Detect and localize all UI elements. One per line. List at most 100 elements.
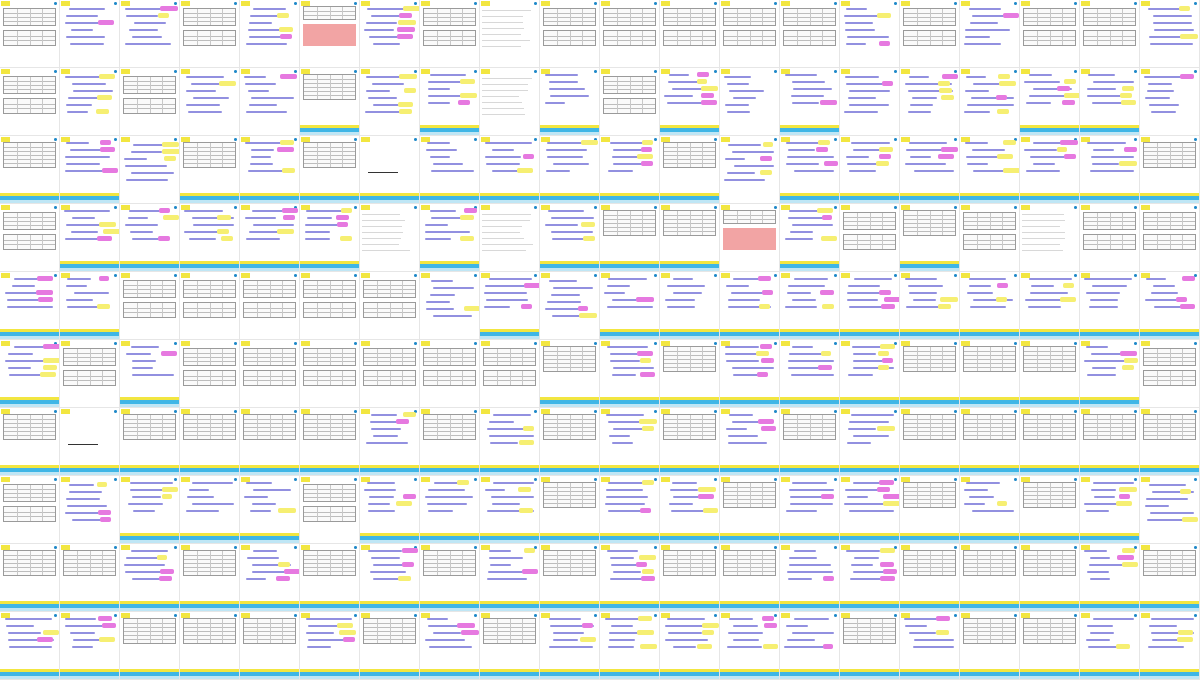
handwritten-line — [251, 156, 271, 158]
page-thumbnail — [1080, 476, 1140, 544]
handwritten-line — [1148, 83, 1172, 85]
table-column-rule — [556, 31, 558, 45]
handwritten-line — [366, 90, 390, 92]
handwritten-line — [1087, 374, 1116, 376]
table-column-rule — [16, 9, 18, 25]
page-tag — [601, 69, 610, 74]
table-column-rule — [329, 303, 331, 317]
handwritten-line — [792, 482, 827, 484]
page-marker — [1194, 70, 1197, 73]
handwritten-line — [613, 367, 654, 369]
footer-band-light-blue — [840, 608, 899, 611]
footer-band — [60, 601, 119, 611]
page-thumbnail — [480, 68, 540, 136]
highlight-mark — [1064, 79, 1076, 84]
highlight-mark — [43, 344, 59, 349]
page-thumbnail — [420, 68, 480, 136]
text-line — [482, 108, 524, 109]
handwritten-line — [6, 625, 34, 627]
page-marker — [114, 614, 117, 617]
handwritten-line — [485, 285, 527, 287]
footer-band-light-blue — [420, 268, 479, 271]
footer-band — [660, 193, 719, 203]
footer-band — [780, 261, 839, 271]
footer-band — [240, 465, 299, 475]
page-thumbnail — [600, 340, 660, 408]
page-marker — [1134, 342, 1137, 345]
thumbnail-table — [1143, 212, 1196, 230]
table-column-rule — [556, 347, 558, 371]
footer-band-light-blue — [1020, 404, 1079, 407]
table-column-rule — [1096, 31, 1098, 45]
page-thumbnail — [780, 340, 840, 408]
handwritten-line — [66, 163, 100, 165]
table-column-rule — [582, 551, 584, 575]
footer-band — [300, 465, 359, 475]
highlight-mark — [702, 623, 719, 628]
handwritten-line — [244, 76, 266, 78]
page-tag — [121, 1, 130, 6]
handwritten-line — [244, 496, 268, 498]
table-column-rule — [42, 551, 44, 575]
handwritten-line — [606, 489, 643, 491]
page-thumbnail — [0, 68, 60, 136]
highlight-mark — [762, 290, 773, 295]
highlight-mark — [396, 419, 409, 424]
handwritten-line — [972, 510, 1014, 512]
handwritten-line — [1031, 285, 1054, 287]
table-column-rule — [676, 143, 678, 167]
table-column-rule — [916, 415, 918, 439]
footer-band-light-blue — [360, 540, 419, 543]
footer-band-light-blue — [1020, 336, 1079, 339]
handwritten-line — [246, 578, 266, 580]
highlight-mark — [882, 81, 893, 86]
handwritten-line — [1091, 489, 1116, 491]
highlight-mark — [1003, 168, 1019, 173]
table-column-rule — [222, 349, 224, 365]
table-column-rule — [222, 303, 224, 317]
page-marker — [1134, 614, 1137, 617]
handwritten-line — [849, 104, 889, 106]
footer-band — [960, 601, 1019, 611]
thumbnail-table — [963, 550, 1016, 576]
handwritten-line — [846, 156, 869, 158]
thumbnail-table — [843, 234, 896, 250]
footer-band-light-blue — [900, 676, 959, 679]
highlight-mark — [103, 229, 119, 234]
page-marker — [954, 546, 957, 549]
table-column-rule — [1002, 415, 1004, 439]
handwritten-line — [672, 482, 697, 484]
page-marker — [114, 2, 117, 5]
handwritten-line — [430, 156, 450, 158]
highlight-mark — [1064, 93, 1079, 98]
footer-band — [120, 465, 179, 475]
highlight-mark — [159, 208, 170, 213]
table-column-rule — [569, 551, 571, 575]
thumbnail-table — [1023, 8, 1076, 26]
page-thumbnail — [540, 0, 600, 68]
highlight-mark — [460, 93, 477, 98]
page-marker — [894, 206, 897, 209]
footer-band — [780, 669, 839, 679]
handwritten-line — [724, 76, 751, 78]
handwritten-line — [1146, 498, 1188, 500]
page-marker — [114, 138, 117, 141]
highlight-mark — [460, 79, 475, 84]
page-marker — [234, 274, 237, 277]
text-line — [362, 232, 403, 233]
highlight-mark — [280, 140, 294, 145]
footer-band-light-blue — [960, 540, 1019, 543]
page-thumbnail — [0, 272, 60, 340]
handwritten-line — [553, 163, 589, 165]
page-marker — [414, 70, 417, 73]
highlight-mark — [99, 637, 115, 642]
table-column-rule — [209, 619, 211, 643]
handwritten-line — [965, 29, 1010, 31]
handwritten-line — [973, 299, 1013, 301]
page-tag — [901, 1, 910, 6]
table-column-rule — [256, 619, 258, 643]
thumbnail-table — [723, 8, 776, 26]
handwritten-line — [973, 170, 1006, 172]
handwritten-line — [787, 156, 834, 158]
footer-band-light-blue — [1080, 336, 1139, 339]
